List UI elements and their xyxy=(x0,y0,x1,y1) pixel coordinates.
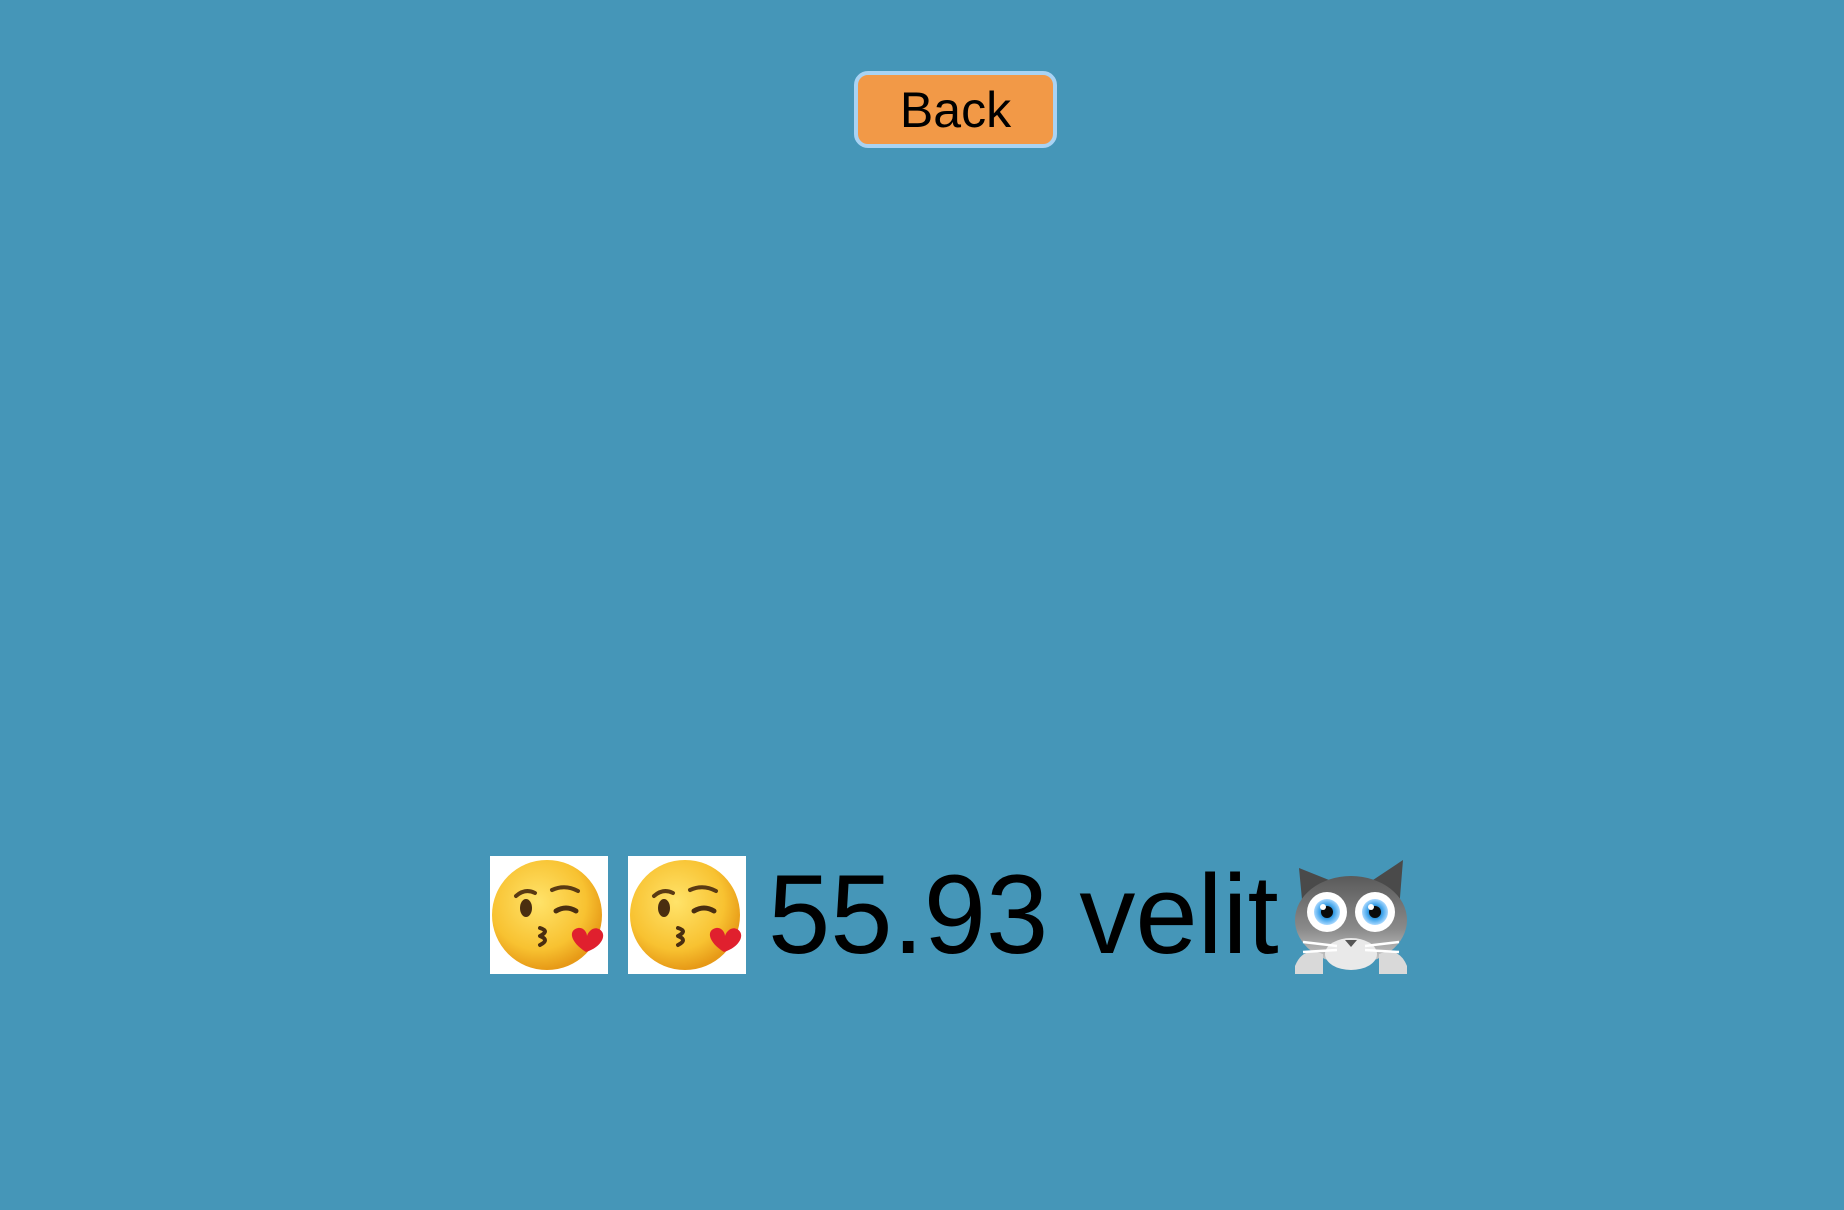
kissing-face-with-heart-icon xyxy=(628,856,746,974)
value-text: 55.93 velit xyxy=(768,852,1279,977)
cat-face-icon xyxy=(1289,854,1413,976)
back-button[interactable]: Back xyxy=(854,71,1057,148)
content-row: 55.93 velit xyxy=(490,856,1413,974)
kissing-face-with-heart-icon xyxy=(490,856,608,974)
